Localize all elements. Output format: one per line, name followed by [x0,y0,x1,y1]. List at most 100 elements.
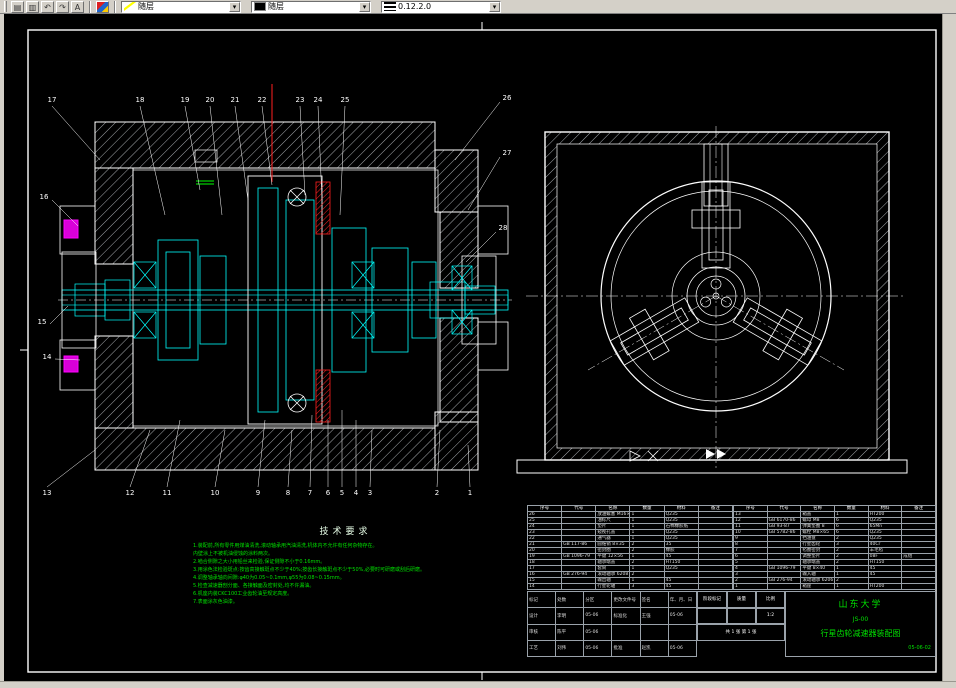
table-cell: 05-06 [583,607,613,625]
window-edge-bottom [0,681,956,688]
table-cell: HT200 [867,583,903,590]
list-item: 2.啮合侧隙之大小用铅丝来检验,保证侧隙不小于0.16mm。 [193,559,326,565]
window-edge-left [0,14,4,688]
lineweight-combo[interactable]: 0.12.2.0 ▾ [381,0,501,13]
table-cell: 标准化 [611,607,641,625]
table-cell [639,623,669,641]
table-cell: 05-06 [667,639,698,658]
scale-block: 阶段标记 质量 比例 1:2 共 1 张 第 1 张 [697,591,785,657]
balloon-number: 24 [314,96,323,104]
redo-icon[interactable]: ↷ [56,0,69,13]
table-cell: 王强 [639,607,669,625]
balloon-number: 7 [308,489,312,497]
linetype-icon [254,2,266,11]
table-cell: 更改文件号 [611,590,641,609]
table-cell [901,583,936,590]
undo-icon[interactable]: ↶ [41,0,54,13]
signature-block: 标记 处数 分区 更改文件号 签名 年、月、日 设计 李明 05-06 标准化 王强 05-06 审核陈… [526,590,698,658]
table-cell: 05-06 [667,607,698,625]
balloon-number: 19 [181,96,190,104]
table-cell: 1 [733,583,768,590]
table-cell: 圆锥销 8×35 [595,541,631,548]
sheet-count: 共 1 张 第 1 张 [697,624,785,641]
mass-label: 质量 [727,591,756,608]
table-cell: 45 [663,583,699,590]
table-cell: 刘伟 [555,639,585,658]
table-cell [611,623,641,641]
match-properties-icon[interactable] [96,0,109,13]
table-cell: 签名 [639,590,669,609]
table-cell: 陈平 [555,623,585,641]
balloon-number: 25 [341,96,350,104]
balloon-number: 10 [211,489,220,497]
table-cell: 箱座 [800,583,835,590]
text-style-icon[interactable]: A [71,0,84,13]
table-cell [667,623,698,641]
list-item: 7.表面涂灰色油漆。 [193,599,238,605]
parts-list: 序号代号名称数量材料备注26放油螺塞 M16×1.51Q23525油标尺1Q23… [526,505,936,590]
drawing-number: JS-00 [852,615,869,623]
chevron-down-icon[interactable]: ▾ [359,1,370,12]
drawing-date: 05-06-02 [908,644,931,651]
separator [89,0,91,13]
balloon-number: 5 [340,489,344,497]
parts-list-right: 序号 代号 名称 数量 材料 备注 13 箱盖 1 HT200 12 GB 6170-86 螺母 M8 6… [733,505,936,590]
color-combo[interactable]: 随层 ▾ [121,0,241,13]
table-cell: 设计 [526,607,557,625]
balloon-number: 18 [136,96,145,104]
balloon-number: 22 [258,96,267,104]
list-item: 内壁涂上不被机油侵蚀的涂料两次。 [193,551,274,557]
list-item: 4.调整轴承轴向间隙:φ40为0.05~0.1mm,φ55为0.08~0.15m… [193,575,345,581]
new-icon[interactable]: ▤ [11,0,24,13]
table-cell: 行星轮轴 [595,583,631,590]
table-cell [561,583,597,590]
table-cell: 年、月、日 [667,590,698,609]
list-item: 3.用涂色法检验斑点:按齿高接触斑点不少于40%;按齿长接触斑点不少于50%,必… [193,567,425,573]
table-cell [766,583,802,590]
tech-req-title: 技术要求 [319,527,372,537]
table-cell: 分区 [583,590,613,609]
linetype-combo[interactable]: 随层 ▾ [251,0,371,13]
stage-label: 阶段标记 [697,591,727,608]
balloon-number: 27 [503,149,512,157]
parts-list-left: 序号代号名称数量材料备注26放油螺塞 M16×1.51Q23525油标尺1Q23… [526,505,734,590]
table-cell: 05-06 [583,639,613,658]
window-edge-right [942,14,956,688]
table-cell: 审核 [526,623,557,641]
color-value: 随层 [138,2,154,11]
balloon-number: 26 [503,94,512,102]
chevron-down-icon[interactable]: ▾ [229,1,240,12]
table-cell: 14 [526,583,563,590]
stage-value [697,607,727,624]
drawing-title: 行星齿轮减速器装配图 [820,629,901,639]
balloon-number: 23 [296,96,305,104]
chevron-down-icon[interactable]: ▾ [489,1,500,12]
balloon-number: 8 [286,489,290,497]
balloon-number: 14 [43,353,52,361]
table-cell: 赵凯 [639,639,669,658]
list-item: 6.机座内装CKC100工业齿轮油至规定高度。 [193,591,293,597]
table-cell: 滚动轴承 6206 [800,577,835,584]
balloon-number: 21 [231,96,240,104]
title-block: 序号代号名称数量材料备注26放油螺塞 M16×1.51Q23525油标尺1Q23… [526,505,936,658]
table-cell: 3 [629,583,665,590]
lineweight-value: 0.12.2.0 [398,2,432,11]
linetype-value: 随层 [268,2,284,11]
org-block: 山东大学 JS-00 行星齿轮减速器装配图 05-06-02 [785,591,936,657]
org-name: 山东大学 [838,600,883,611]
balloon-number: 28 [499,224,508,232]
balloon-number: 17 [48,96,57,104]
open-icon[interactable]: ▥ [26,0,39,13]
table-cell: 工艺 [526,639,557,658]
table-cell: 标记 [526,590,557,609]
table-cell: 放油螺塞 M16×1.5 [595,511,631,518]
table-cell: 处数 [555,590,585,609]
toolbar-grip[interactable] [4,1,7,12]
list-item: 1.装配前,所有零件用煤油清洗,滚动轴承用汽油清洗,机体内不允许有任何杂物存在。 [193,543,378,549]
balloon-number: 1 [468,489,472,497]
balloon-number: 9 [256,489,260,497]
list-item: 5.检查减速器剖分面、各接触面及密封处,均不许漏油。 [193,583,315,589]
table-cell: 李明 [555,607,585,625]
table-cell: 批准 [611,639,641,658]
balloon-number: 12 [126,489,135,497]
